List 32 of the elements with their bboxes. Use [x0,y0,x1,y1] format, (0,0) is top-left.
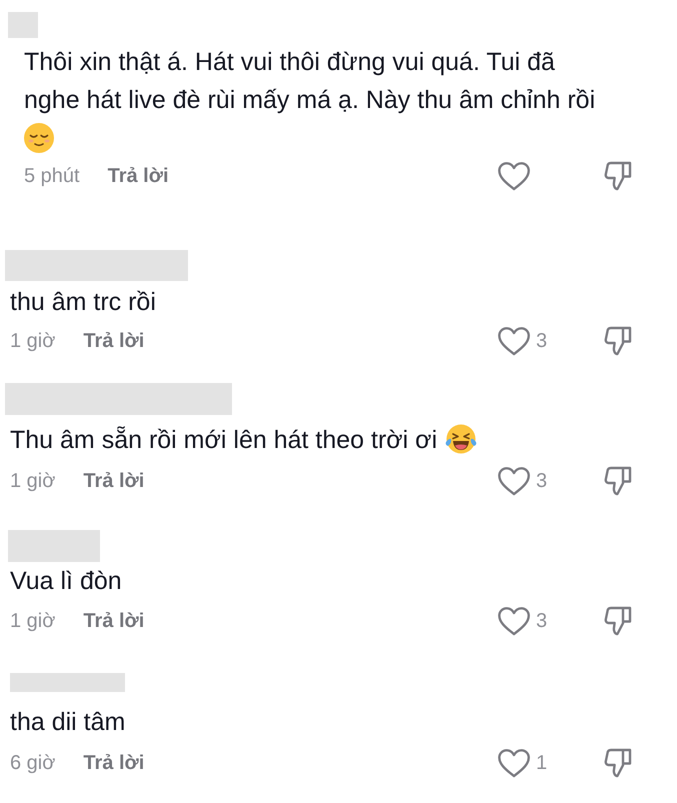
like-count: 3 [536,609,548,634]
thumbs-down-icon[interactable] [604,326,632,356]
thumbs-down-icon[interactable] [604,748,632,778]
reply-link[interactable]: Trả lời [83,466,144,496]
blurred-username [8,12,38,38]
comment-text: Thôi xin thật á. Hát vui thôi đừng vui quá. Tui đã nghe hát live đè rùi mấy má ạ. Này thu âm chỉnh rồi [24,48,596,114]
comment-text: Thu âm sẵn rồi mới lên hát theo trời ơi [10,426,438,454]
tears-of-joy-emoji-icon [445,424,478,454]
reply-link[interactable]: Trả lời [83,748,144,778]
heart-icon[interactable] [498,326,530,356]
reply-link[interactable]: Trả lời [108,161,169,191]
comment-text: tha dii tâm [10,708,126,736]
thumbs-down-icon[interactable] [604,606,632,636]
reply-link[interactable]: Trả lời [83,326,144,356]
heart-icon[interactable] [498,748,530,778]
like-count: 3 [536,329,548,354]
comment-time: 1 giờ [10,329,56,354]
thumbs-down-icon[interactable] [604,466,632,496]
heart-icon[interactable] [498,162,530,190]
comment-time: 5 phút [24,164,80,189]
comment-text: thu âm trc rồi [10,288,156,316]
comment-time: 1 giờ [10,469,56,494]
thumbs-down-icon[interactable] [604,161,632,191]
heart-icon[interactable] [498,606,530,636]
like-count: 3 [536,469,548,494]
comment-time: 1 giờ [10,609,56,634]
like-count: 1 [536,751,548,776]
comment-time: 6 giờ [10,751,56,776]
relieved-face-emoji-icon [24,123,54,153]
reply-link[interactable]: Trả lời [83,606,144,636]
heart-icon[interactable] [498,466,530,496]
comment-text: Vua lì đòn [10,567,122,595]
